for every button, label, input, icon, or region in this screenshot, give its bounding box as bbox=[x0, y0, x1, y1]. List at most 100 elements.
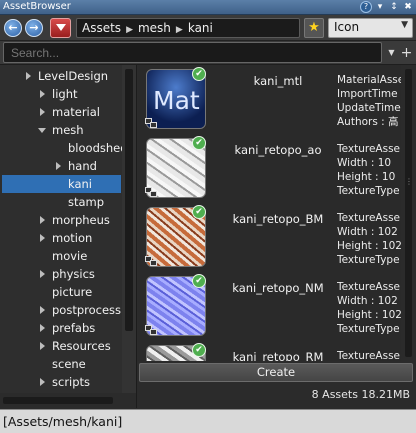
tree-item-kani[interactable]: kani bbox=[68, 175, 92, 193]
asset-name: kani_retopo_ao bbox=[234, 143, 322, 157]
expand-arrow-icon[interactable] bbox=[40, 342, 45, 350]
tree-vertical-scrollbar[interactable] bbox=[122, 65, 136, 393]
tree-selection-highlight bbox=[2, 175, 121, 193]
expand-arrow-icon[interactable] bbox=[40, 108, 45, 116]
asset-properties: TextureAsse bbox=[337, 349, 401, 361]
expand-arrow-icon[interactable] bbox=[40, 216, 45, 224]
tree-item-stamp[interactable]: stamp bbox=[68, 193, 104, 211]
collapse-arrow-icon[interactable] bbox=[38, 128, 46, 133]
chevron-down-icon: ▼ bbox=[401, 20, 408, 30]
expand-arrow-icon[interactable] bbox=[26, 72, 31, 80]
tree-item-leveldesign[interactable]: LevelDesign bbox=[26, 67, 108, 85]
asset-properties: TextureAsse Width : 10 Height : 10 Textu… bbox=[337, 142, 401, 198]
asset-property: TextureType bbox=[337, 254, 400, 266]
asset-item-kani-mtl[interactable]: Mat ✔ kani_mtl MaterialAsse ImportTime U… bbox=[138, 67, 401, 136]
asset-property: UpdateTime bbox=[337, 102, 401, 114]
checkmark-icon: ✔ bbox=[192, 67, 206, 81]
create-button[interactable]: Create bbox=[139, 363, 413, 382]
tree-item-resources[interactable]: Resources bbox=[40, 337, 111, 355]
asset-property: MaterialAsse bbox=[337, 74, 401, 86]
checkmark-icon: ✔ bbox=[192, 136, 206, 150]
folder-tree: LevelDesign light material mesh bloodshe… bbox=[0, 65, 137, 393]
tree-item-movie[interactable]: movie bbox=[52, 247, 87, 265]
prefab-badge-icon bbox=[145, 187, 159, 199]
expand-arrow-icon[interactable] bbox=[40, 90, 45, 98]
pin-icon[interactable]: ↕ bbox=[388, 1, 400, 13]
forward-button[interactable]: → bbox=[25, 19, 43, 37]
breadcrumb-separator-icon: ▶ bbox=[126, 25, 133, 35]
view-mode-select[interactable]: Icon ▼ bbox=[328, 18, 413, 38]
checkmark-icon: ✔ bbox=[192, 205, 206, 219]
prefab-badge-icon bbox=[145, 325, 159, 337]
expand-arrow-icon[interactable] bbox=[40, 306, 45, 314]
expand-arrow-icon[interactable] bbox=[56, 162, 61, 170]
tree-item-light[interactable]: light bbox=[40, 85, 78, 103]
asset-property: TextureType bbox=[337, 323, 400, 335]
view-mode-value: Icon bbox=[334, 20, 360, 34]
title-bar: AssetBrowser ? ▾ ↕ ✖ bbox=[0, 0, 416, 15]
breadcrumb-segment[interactable]: kani bbox=[188, 21, 213, 35]
asset-property: ImportTime bbox=[337, 88, 398, 100]
checkmark-icon: ✔ bbox=[192, 274, 206, 288]
expand-arrow-icon[interactable] bbox=[40, 234, 45, 242]
expand-arrow-icon[interactable] bbox=[40, 324, 45, 332]
expand-arrow-icon[interactable] bbox=[40, 378, 45, 386]
asset-property: TextureAsse bbox=[337, 281, 401, 293]
asset-property: Width : 102 bbox=[337, 226, 398, 238]
tree-item-mesh[interactable]: mesh bbox=[38, 121, 84, 139]
asset-properties: TextureAsse Width : 102 Height : 102 Tex… bbox=[337, 211, 401, 267]
tree-item-scene[interactable]: scene bbox=[52, 355, 86, 373]
add-icon[interactable]: + bbox=[400, 44, 413, 62]
search-row: ▼ + bbox=[0, 41, 416, 65]
toolbar: ← → Assets ▶ mesh ▶ kani ★ Icon ▼ bbox=[0, 15, 416, 41]
asset-property: Height : 102 bbox=[337, 240, 401, 252]
close-icon[interactable]: ✖ bbox=[402, 1, 414, 13]
prefab-badge-icon bbox=[145, 118, 159, 130]
asset-item-kani-retopo-ao[interactable]: ✔ kani_retopo_ao TextureAsse Width : 10 … bbox=[138, 136, 401, 205]
asset-item-kani-retopo-nm[interactable]: ✔ kani_retopo_NM TextureAsse Width : 102… bbox=[138, 274, 401, 343]
tree-horizontal-scrollbar[interactable] bbox=[0, 393, 137, 408]
search-input[interactable] bbox=[3, 42, 382, 63]
help-icon[interactable]: ? bbox=[360, 1, 372, 13]
favorite-star-icon[interactable]: ★ bbox=[304, 18, 324, 38]
tree-item-morpheus[interactable]: morpheus bbox=[40, 211, 110, 229]
tree-item-physics[interactable]: physics bbox=[40, 265, 95, 283]
asset-property: Authors : 高 bbox=[337, 116, 399, 128]
asset-property: TextureAsse bbox=[337, 350, 401, 361]
tree-item-material[interactable]: material bbox=[40, 103, 100, 121]
tree-item-picture[interactable]: picture bbox=[52, 283, 92, 301]
prefab-badge-icon bbox=[145, 256, 159, 268]
go-up-button[interactable] bbox=[50, 18, 71, 38]
breadcrumb-segment[interactable]: Assets bbox=[82, 21, 121, 35]
asset-properties: MaterialAsse ImportTime UpdateTime Autho… bbox=[337, 73, 401, 129]
asset-property: Height : 10 bbox=[337, 171, 396, 183]
tree-item-motion[interactable]: motion bbox=[40, 229, 92, 247]
tree-item-hand[interactable]: hand bbox=[56, 157, 97, 175]
window-title: AssetBrowser bbox=[3, 1, 71, 12]
back-button[interactable]: ← bbox=[4, 19, 22, 37]
search-filter-dropdown-icon[interactable]: ▼ bbox=[385, 44, 398, 62]
asset-list-scroll-thumb[interactable] bbox=[405, 69, 412, 357]
asset-item-kani-retopo-rm[interactable]: ✔ kani_retopo_RM TextureAsse bbox=[138, 343, 401, 361]
menu-icon[interactable]: ▾ bbox=[374, 1, 386, 13]
expand-arrow-icon[interactable] bbox=[40, 270, 45, 278]
asset-property: TextureAsse bbox=[337, 143, 401, 155]
asset-name: kani_retopo_RM bbox=[232, 350, 324, 361]
asset-property: Height : 102 bbox=[337, 309, 401, 321]
status-bar-path: [Assets/mesh/kani] bbox=[0, 409, 416, 433]
breadcrumb[interactable]: Assets ▶ mesh ▶ kani bbox=[76, 18, 300, 38]
asset-list-vertical-scrollbar[interactable]: ⋮ bbox=[401, 65, 416, 361]
tree-hscroll-thumb[interactable] bbox=[3, 397, 113, 404]
breadcrumb-separator-icon: ▶ bbox=[175, 25, 183, 35]
tree-item-prefabs[interactable]: prefabs bbox=[40, 319, 95, 337]
tree-scroll-thumb[interactable] bbox=[125, 69, 133, 331]
breadcrumb-segment[interactable]: mesh bbox=[138, 21, 171, 35]
asset-property: Width : 102 bbox=[337, 295, 398, 307]
asset-summary: 8 Assets 18.21MB bbox=[311, 388, 410, 401]
tree-item-scripts[interactable]: scripts bbox=[40, 373, 90, 391]
asset-name: kani_mtl bbox=[253, 74, 303, 88]
asset-property: TextureAsse bbox=[337, 212, 401, 224]
asset-item-kani-retopo-bm[interactable]: ✔ kani_retopo_BM TextureAsse Width : 102… bbox=[138, 205, 401, 274]
tree-item-postprocess[interactable]: postprocess bbox=[40, 301, 121, 319]
tree-item-bloodshed[interactable]: bloodshed bbox=[68, 139, 128, 157]
